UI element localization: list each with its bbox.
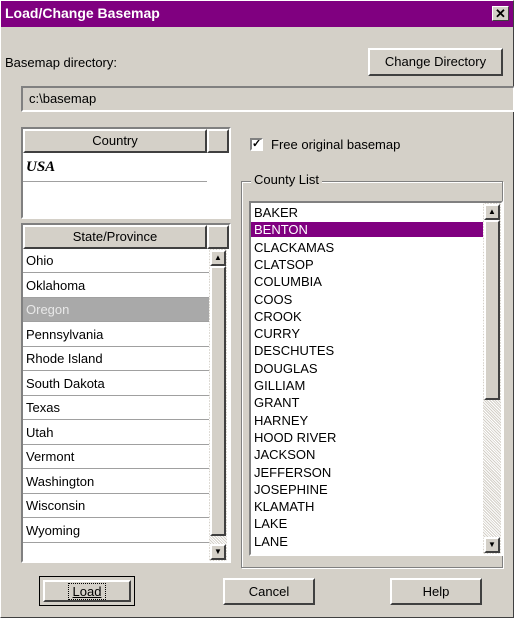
help-button-label: Help (422, 584, 450, 599)
state-item[interactable]: Rhode Island (23, 347, 209, 371)
county-item[interactable]: DOUGLAS (251, 361, 483, 376)
country-list[interactable]: Country USA (21, 127, 231, 219)
cancel-button-label: Cancel (248, 584, 290, 599)
country-item[interactable]: USA (26, 159, 55, 176)
county-list-group-label: County List (251, 172, 323, 187)
state-item[interactable]: Vermont (23, 445, 209, 469)
dialog-window: Load/Change Basemap ✕ Basemap directory:… (0, 0, 514, 618)
state-rows: Ohio Oklahoma Oregon Pennsylvania Rhode Isla… (23, 249, 209, 561)
scroll-down-icon: ▼ (488, 540, 496, 549)
county-item[interactable]: CROOK (251, 309, 483, 324)
county-scroll-thumb[interactable] (484, 220, 500, 400)
state-scroll-thumb[interactable] (210, 266, 226, 536)
county-item[interactable]: JOSEPHINE (251, 482, 483, 497)
county-scroll-down-button[interactable]: ▼ (484, 537, 500, 553)
load-button-label: Load (67, 583, 107, 600)
county-item[interactable]: BAKER (251, 205, 483, 220)
scroll-down-icon: ▼ (214, 547, 222, 556)
county-scroll-up-button[interactable]: ▲ (484, 204, 500, 220)
title-bar[interactable]: Load/Change Basemap ✕ (1, 1, 513, 27)
help-button[interactable]: Help (390, 578, 482, 605)
checkmark-icon: ✓ (252, 138, 262, 150)
county-item[interactable]: GILLIAM (251, 378, 483, 393)
change-directory-button[interactable]: Change Directory (368, 48, 503, 76)
scroll-up-icon: ▲ (214, 253, 222, 262)
scroll-down-button[interactable]: ▼ (210, 544, 226, 560)
scroll-up-icon: ▲ (488, 207, 496, 216)
state-item[interactable]: Pennsylvania (23, 323, 209, 347)
state-item[interactable]: Texas (23, 396, 209, 420)
basemap-directory-label: Basemap directory: (5, 55, 117, 70)
state-item[interactable]: Wyoming (23, 519, 209, 543)
cancel-button[interactable]: Cancel (223, 578, 315, 605)
change-directory-label: Change Directory (384, 54, 487, 69)
basemap-path-field: c:\basemap (21, 86, 514, 112)
county-item[interactable]: LAKE (251, 516, 483, 531)
close-icon: ✕ (495, 6, 506, 21)
free-basemap-label: Free original basemap (271, 137, 401, 152)
load-button[interactable]: Load (39, 576, 135, 606)
county-item[interactable]: KLAMATH (251, 499, 483, 514)
state-item[interactable]: Oklahoma (23, 274, 209, 298)
state-header-spacer (207, 225, 229, 249)
state-item[interactable]: Wisconsin (23, 494, 209, 518)
county-item[interactable]: BENTON (251, 222, 483, 238)
state-item[interactable]: South Dakota (23, 372, 209, 396)
load-button-face: Load (43, 580, 131, 602)
county-item[interactable]: JACKSON (251, 447, 483, 462)
county-scrollbar[interactable]: ▲ ▼ (483, 203, 501, 554)
county-item[interactable]: HARNEY (251, 413, 483, 428)
scroll-up-button[interactable]: ▲ (210, 250, 226, 266)
country-header-spacer (207, 129, 229, 153)
close-button[interactable]: ✕ (492, 6, 509, 21)
country-column-header[interactable]: Country (23, 129, 207, 153)
county-rows: BAKER BENTON CLACKAMAS CLATSOP COLUMBIA COOS C… (251, 205, 483, 553)
county-item[interactable]: CURRY (251, 326, 483, 341)
state-header-label: State/Province (72, 229, 158, 244)
county-item[interactable]: CLATSOP (251, 257, 483, 272)
county-item[interactable]: CLACKAMAS (251, 240, 483, 255)
basemap-path-text: c:\basemap (29, 91, 97, 106)
state-item[interactable]: Oregon (23, 298, 209, 322)
state-column-header[interactable]: State/Province (23, 225, 207, 249)
country-row-divider (23, 181, 207, 182)
state-scrollbar[interactable]: ▲ ▼ (209, 249, 227, 561)
county-item[interactable]: COLUMBIA (251, 274, 483, 289)
free-basemap-checkbox[interactable]: ✓ (250, 138, 263, 151)
state-item[interactable]: Utah (23, 421, 209, 445)
state-list[interactable]: State/Province Ohio Oklahoma Oregon Pennsyl… (21, 223, 231, 563)
country-header-label: Country (92, 133, 138, 148)
county-item[interactable]: DESCHUTES (251, 343, 483, 358)
county-item[interactable]: LANE (251, 534, 483, 549)
state-item[interactable]: Ohio (23, 249, 209, 273)
county-item[interactable]: GRANT (251, 395, 483, 410)
state-item[interactable]: Washington (23, 470, 209, 494)
county-item[interactable]: JEFFERSON (251, 465, 483, 480)
county-item[interactable]: COOS (251, 292, 483, 307)
dialog-title: Load/Change Basemap (5, 5, 160, 21)
county-list[interactable]: BAKER BENTON CLACKAMAS CLATSOP COLUMBIA COOS C… (249, 201, 503, 556)
county-item[interactable]: HOOD RIVER (251, 430, 483, 445)
